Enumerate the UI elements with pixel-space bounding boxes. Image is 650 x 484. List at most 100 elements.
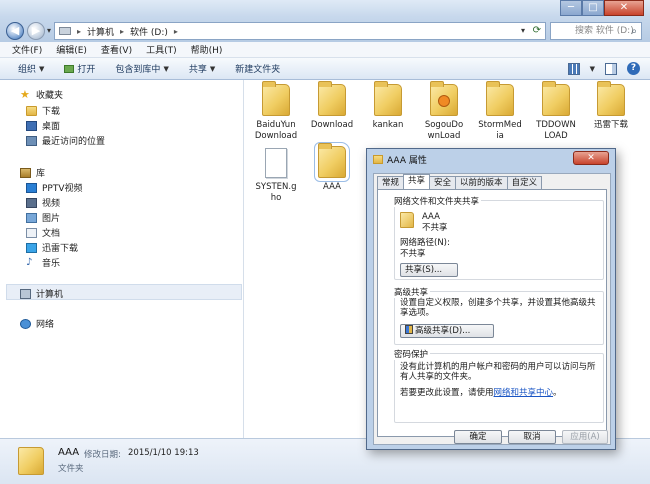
open-button[interactable]: 打开	[64, 62, 95, 75]
folder-icon	[486, 81, 514, 116]
menu-view[interactable]: 查看(V)	[101, 43, 132, 56]
file-icon	[265, 148, 287, 178]
nav-lib-label: 文档	[42, 229, 61, 239]
nav-lib-xunlei[interactable]: 迅雷下载	[26, 241, 78, 254]
nav-lib-pictures[interactable]: 图片	[26, 211, 60, 224]
nav-libraries[interactable]: 库	[20, 166, 45, 179]
folder-item-download[interactable]: Download	[303, 81, 361, 131]
menu-bar: 文件(F) 编辑(E) 查看(V) 工具(T) 帮助(H)	[0, 42, 650, 58]
network-path-label: 网络路径(N):	[400, 238, 450, 248]
organize-button[interactable]: 组织 ▼	[18, 62, 45, 76]
apply-button[interactable]: 应用(A)	[562, 430, 608, 444]
tab-sharing[interactable]: 共享	[403, 174, 431, 189]
chevron-right-icon[interactable]: ▸	[174, 27, 178, 36]
nav-favorites-label: 收藏夹	[36, 91, 64, 101]
minimize-button[interactable]: ─	[560, 0, 582, 16]
preview-pane-icon[interactable]	[605, 62, 617, 75]
breadcrumb-computer[interactable]: 计算机	[87, 25, 114, 38]
change-view-icon[interactable]	[567, 62, 580, 75]
folder-item-baiduyun[interactable]: BaiduYun Download	[247, 81, 305, 142]
refresh-icon[interactable]: ⟳	[533, 25, 541, 36]
nav-computer-label: 计算机	[36, 290, 64, 300]
file-item-systen-gho[interactable]: SYSTEN.g ho	[247, 146, 305, 204]
nav-libraries-label: 库	[36, 169, 46, 179]
dialog-body: 常规 共享 安全 以前的版本 自定义 网络文件和文件夹共享 AAA 不共享 网络…	[373, 173, 611, 445]
sharing-tab-panel: 网络文件和文件夹共享 AAA 不共享 网络路径(N): 不共享 共享(S)...…	[377, 189, 607, 437]
folder-item-xunlei[interactable]: 迅雷下载	[582, 81, 640, 131]
menu-help[interactable]: 帮助(H)	[191, 43, 223, 56]
file-name: 迅雷下载	[593, 120, 628, 130]
include-in-library-button[interactable]: 包含到库中 ▼	[115, 62, 168, 76]
folder-item-stormmedia[interactable]: StormMed ia	[471, 81, 529, 142]
search-icon[interactable]: ⌕	[631, 24, 637, 40]
tab-customize[interactable]: 自定义	[506, 176, 543, 189]
recent-pages-dropdown-icon[interactable]: ▾	[47, 26, 51, 35]
menu-file[interactable]: 文件(F)	[12, 43, 42, 56]
password-protection-desc: 没有此计算机的用户帐户和密码的用户可以访问与所有人共享的文件夹。	[400, 362, 596, 382]
sogou-badge-icon	[438, 95, 450, 107]
folder-item-kankan[interactable]: kankan	[359, 81, 417, 131]
advanced-sharing-button[interactable]: 高级共享(D)...	[400, 324, 494, 338]
new-folder-button[interactable]: 新建文件夹	[235, 62, 280, 75]
dialog-close-button[interactable]: ✕	[573, 151, 609, 165]
address-dropdown-icon[interactable]: ▾	[521, 26, 525, 35]
breadcrumb-drive-d[interactable]: 软件 (D:)	[130, 25, 168, 38]
folder-item-aaa[interactable]: AAA	[303, 142, 361, 193]
documents-icon	[26, 227, 37, 238]
address-bar[interactable]: ▸ 计算机 ▸ 软件 (D:) ▸ ▾ ⟳	[54, 22, 546, 40]
nav-computer[interactable]: 计算机	[20, 287, 63, 300]
ok-button[interactable]: 确定	[454, 430, 502, 444]
maximize-button[interactable]: □	[582, 0, 604, 16]
chevron-down-icon: ▼	[39, 64, 45, 73]
search-placeholder: 搜索 软件 (D:)	[575, 26, 634, 36]
share-button[interactable]: 共享(S)...	[400, 263, 458, 277]
folder-item-tddownload[interactable]: TDDOWN LOAD	[527, 81, 585, 142]
menu-edit[interactable]: 编辑(E)	[56, 43, 87, 56]
folder-icon	[374, 81, 402, 116]
nav-lib-documents[interactable]: 文档	[26, 226, 60, 239]
nav-lib-label: 音乐	[42, 259, 61, 269]
cancel-button[interactable]: 取消	[508, 430, 556, 444]
file-name: kankan	[372, 120, 404, 130]
drive-icon	[59, 27, 71, 35]
tab-general[interactable]: 常规	[377, 176, 405, 189]
password-protection-group-label: 密码保护	[392, 348, 431, 360]
title-bar: ◀ ▶ ▾ ▸ 计算机 ▸ 软件 (D:) ▸ ▾ ⟳ 搜索 软件 (D:) ⌕…	[0, 0, 650, 42]
share-button[interactable]: 共享 ▼	[189, 62, 215, 76]
xunlei-download-icon	[26, 242, 37, 253]
file-name: BaiduYun Download	[254, 120, 298, 141]
open-icon	[64, 64, 75, 73]
nav-lib-pptv[interactable]: PPTV视频	[26, 181, 83, 194]
file-name: AAA	[323, 182, 341, 192]
nav-lib-music[interactable]: ♪ 音乐	[26, 256, 60, 269]
recent-places-icon	[26, 135, 37, 146]
chevron-right-icon[interactable]: ▸	[120, 27, 124, 36]
menu-tools[interactable]: 工具(T)	[146, 43, 177, 56]
nav-favorites[interactable]: ★ 收藏夹	[20, 87, 64, 102]
pictures-icon	[26, 212, 37, 223]
network-path-value: 不共享	[400, 249, 426, 259]
chevron-down-icon[interactable]: ▼	[590, 65, 595, 73]
folder-icon	[373, 155, 383, 164]
nav-network-label: 网络	[36, 320, 55, 330]
network-sharing-center-link[interactable]: 网络和共享中心	[494, 388, 554, 398]
nav-network[interactable]: 网络	[20, 317, 54, 330]
tab-security[interactable]: 安全	[429, 176, 457, 189]
tab-previous-versions[interactable]: 以前的版本	[455, 176, 508, 189]
share-state: 不共享	[422, 223, 448, 233]
nav-lib-videos[interactable]: 视频	[26, 196, 60, 209]
chevron-right-icon[interactable]: ▸	[77, 27, 81, 36]
close-button[interactable]: ✕	[604, 0, 644, 16]
nav-lib-label: 迅雷下载	[42, 244, 79, 254]
nav-recent-label: 最近访问的位置	[42, 137, 106, 147]
help-icon[interactable]: ?	[627, 62, 640, 75]
search-input[interactable]: 搜索 软件 (D:) ⌕	[550, 22, 642, 40]
folder-icon	[18, 447, 44, 475]
forward-button[interactable]: ▶	[27, 22, 45, 40]
nav-desktop[interactable]: 桌面	[26, 119, 60, 132]
star-icon: ★	[20, 87, 30, 101]
back-button[interactable]: ◀	[6, 22, 24, 40]
folder-item-sogou[interactable]: SogouDo wnLoad	[415, 81, 473, 142]
nav-downloads[interactable]: 下载	[26, 104, 60, 117]
nav-recent[interactable]: 最近访问的位置	[26, 134, 105, 147]
